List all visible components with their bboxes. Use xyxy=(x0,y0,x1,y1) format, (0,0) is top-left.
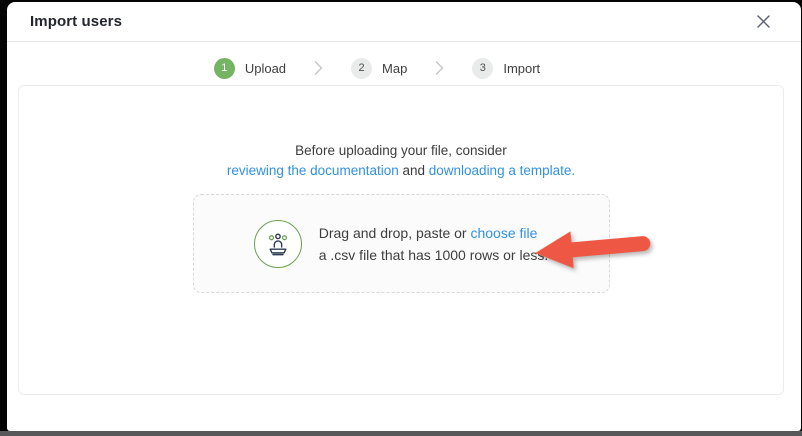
import-users-tray-icon xyxy=(254,220,302,268)
documentation-link[interactable]: reviewing the documentation xyxy=(227,163,399,178)
close-button[interactable] xyxy=(752,10,775,33)
intro-line-2: reviewing the documentation and download… xyxy=(19,161,783,181)
chevron-right-icon xyxy=(435,60,444,76)
step-number-badge: 1 xyxy=(214,58,235,79)
dialog-header: Import users xyxy=(7,2,801,42)
download-template-link[interactable]: downloading a template. xyxy=(429,163,575,178)
step-number-badge: 2 xyxy=(351,58,372,79)
import-users-dialog: Import users 1 Upload 2 Map 3 Import xyxy=(7,2,801,431)
step-label: Upload xyxy=(245,61,286,76)
file-dropzone[interactable]: Drag and drop, paste or choose file a .c… xyxy=(193,194,610,293)
step-number-badge: 3 xyxy=(472,58,493,79)
window-bottom-border xyxy=(0,431,802,436)
step-label: Map xyxy=(382,61,407,76)
close-icon xyxy=(756,14,771,29)
step-map: 2 Map xyxy=(351,58,407,79)
step-upload: 1 Upload xyxy=(214,58,286,79)
chevron-right-icon xyxy=(314,60,323,76)
choose-file-link[interactable]: choose file xyxy=(470,225,537,241)
intro-and-text: and xyxy=(399,163,429,178)
step-import: 3 Import xyxy=(472,58,540,79)
dialog-title: Import users xyxy=(30,13,122,30)
step-label: Import xyxy=(503,61,540,76)
intro-line-1: Before uploading your file, consider xyxy=(19,141,783,161)
dropzone-hint-text: a .csv file that has 1000 rows or less. xyxy=(319,247,549,263)
dropzone-action-text: Drag and drop, paste or xyxy=(319,225,471,241)
upload-panel: Before uploading your file, consider rev… xyxy=(18,85,784,395)
dropzone-text: Drag and drop, paste or choose file a .c… xyxy=(319,222,549,266)
intro-text: Before uploading your file, consider rev… xyxy=(19,141,783,181)
